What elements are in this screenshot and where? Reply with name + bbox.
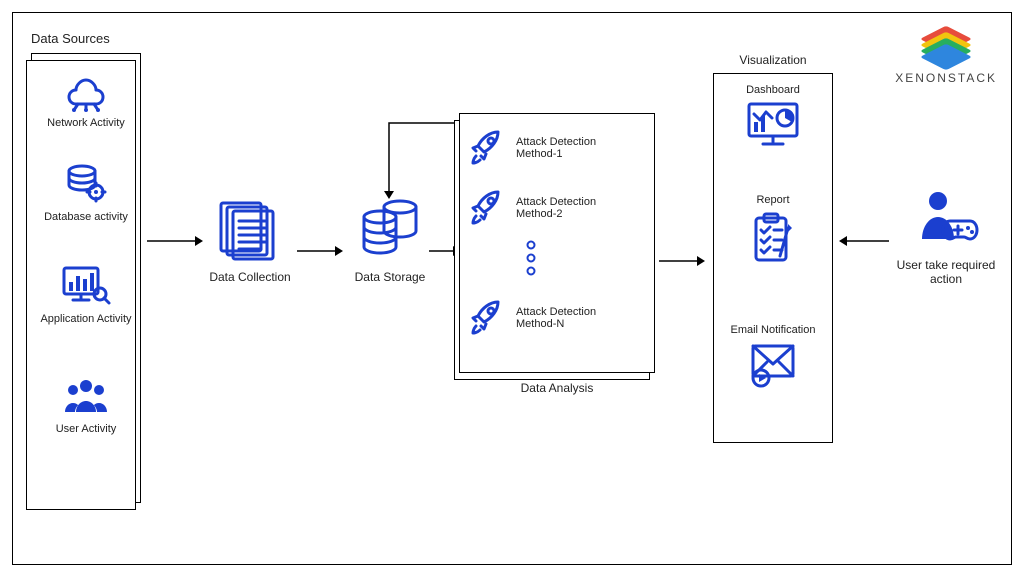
rocket-icon [468, 188, 508, 228]
analysis-method-item: Attack Detection Method-1 [468, 128, 636, 168]
visualization-item: Report [714, 194, 832, 271]
analysis-method-item: Attack Detection Method-2 [468, 188, 636, 228]
data-source-item: User Activity [32, 374, 140, 435]
data-storage-block: Data Storage [345, 197, 435, 284]
user-group-icon [60, 374, 112, 418]
data-source-item: Network Activity [32, 72, 140, 129]
visualization-title: Visualization [713, 53, 833, 67]
cloud-network-icon [62, 72, 110, 112]
visualization-item-label: Dashboard [714, 84, 832, 96]
email-play-icon [747, 340, 799, 388]
data-collection-block: Data Collection [205, 197, 295, 284]
brand-block: XENONSTACK [895, 25, 997, 85]
data-source-label: Application Activity [32, 313, 140, 325]
database-stack-icon [354, 197, 426, 261]
data-analysis-panel: Attack Detection Method-1 Attack Detecti… [459, 113, 655, 373]
visualization-panel: Dashboard Report [713, 73, 833, 443]
data-source-label: Network Activity [32, 117, 140, 129]
data-analysis-title: Data Analysis [459, 381, 655, 395]
visualization-item-label: Email Notification [714, 324, 832, 336]
data-source-label: User Activity [32, 423, 140, 435]
xenonstack-logo-icon [926, 25, 966, 65]
ellipsis-icon [524, 240, 538, 281]
data-sources-title: Data Sources [31, 31, 110, 46]
user-action-label: User take required action [881, 258, 1011, 286]
visualization-item: Email Notification [714, 324, 832, 393]
data-storage-label: Data Storage [345, 270, 435, 284]
analysis-method-label: Attack Detection Method-2 [516, 196, 636, 220]
dashboard-monitor-icon [745, 100, 801, 148]
user-controller-icon [910, 187, 982, 247]
clipboard-report-icon [748, 210, 798, 266]
data-sources-panel: Network Activity Database activity [31, 53, 141, 503]
data-source-item: Application Activity [32, 264, 140, 325]
arrow-icon [145, 231, 205, 251]
analysis-method-label: Attack Detection Method-N [516, 306, 636, 330]
arrow-icon [657, 251, 707, 271]
user-action-block: User take required action [881, 187, 1011, 286]
arrow-icon [295, 241, 345, 261]
brand-name: XENONSTACK [895, 71, 997, 85]
data-source-item: Database activity [32, 162, 140, 223]
data-collection-label: Data Collection [205, 270, 295, 284]
diagram-frame: XENONSTACK Data Sources Network Activity [12, 12, 1012, 565]
visualization-item-label: Report [714, 194, 832, 206]
data-source-label: Database activity [32, 211, 140, 223]
rocket-icon [468, 298, 508, 338]
database-gear-icon [62, 162, 110, 206]
visualization-item: Dashboard [714, 84, 832, 153]
analysis-method-item: Attack Detection Method-N [468, 298, 636, 338]
documents-icon [215, 197, 285, 261]
monitor-chart-icon [60, 264, 112, 308]
rocket-icon [468, 128, 508, 168]
analysis-method-label: Attack Detection Method-1 [516, 136, 636, 160]
